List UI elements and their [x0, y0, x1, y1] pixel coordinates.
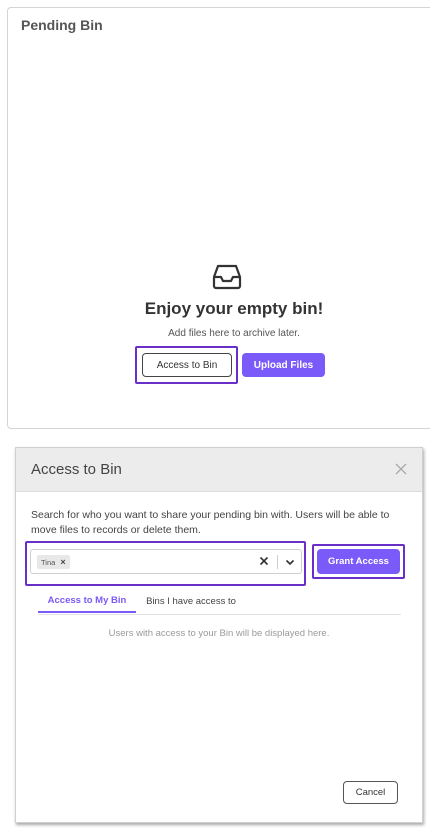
page-title: Pending Bin: [21, 17, 103, 33]
tab-bins-i-have-access-to[interactable]: Bins I have access to: [136, 590, 246, 613]
modal-title: Access to Bin: [31, 461, 122, 478]
empty-bin-heading: Enjoy your empty bin!: [144, 299, 324, 318]
upload-files-button[interactable]: Upload Files: [242, 353, 325, 377]
cancel-button[interactable]: Cancel: [343, 781, 398, 804]
chip-label: Tina: [41, 557, 56, 567]
close-icon[interactable]: ×: [60, 557, 65, 567]
access-to-bin-button[interactable]: Access to Bin: [142, 353, 232, 377]
empty-access-note: Users with access to your Bin will be di…: [108, 628, 330, 639]
user-search-select[interactable]: Tina ×: [30, 549, 302, 574]
select-divider: [277, 555, 278, 569]
tab-access-to-my-bin[interactable]: Access to My Bin: [38, 590, 136, 613]
access-tabs: Access to My Bin Bins I have access to: [38, 590, 401, 615]
clear-icon[interactable]: [259, 556, 269, 566]
close-icon[interactable]: [394, 462, 408, 476]
modal-description: Search for who you want to share your pe…: [31, 509, 390, 536]
inbox-icon: [212, 264, 242, 290]
selected-user-chip: Tina ×: [37, 555, 70, 569]
empty-bin-subtext: Add files here to archive later.: [168, 328, 300, 339]
modal-header: Access to Bin: [16, 448, 422, 492]
grant-access-button[interactable]: Grant Access: [317, 549, 400, 574]
chevron-down-icon[interactable]: [285, 557, 295, 567]
